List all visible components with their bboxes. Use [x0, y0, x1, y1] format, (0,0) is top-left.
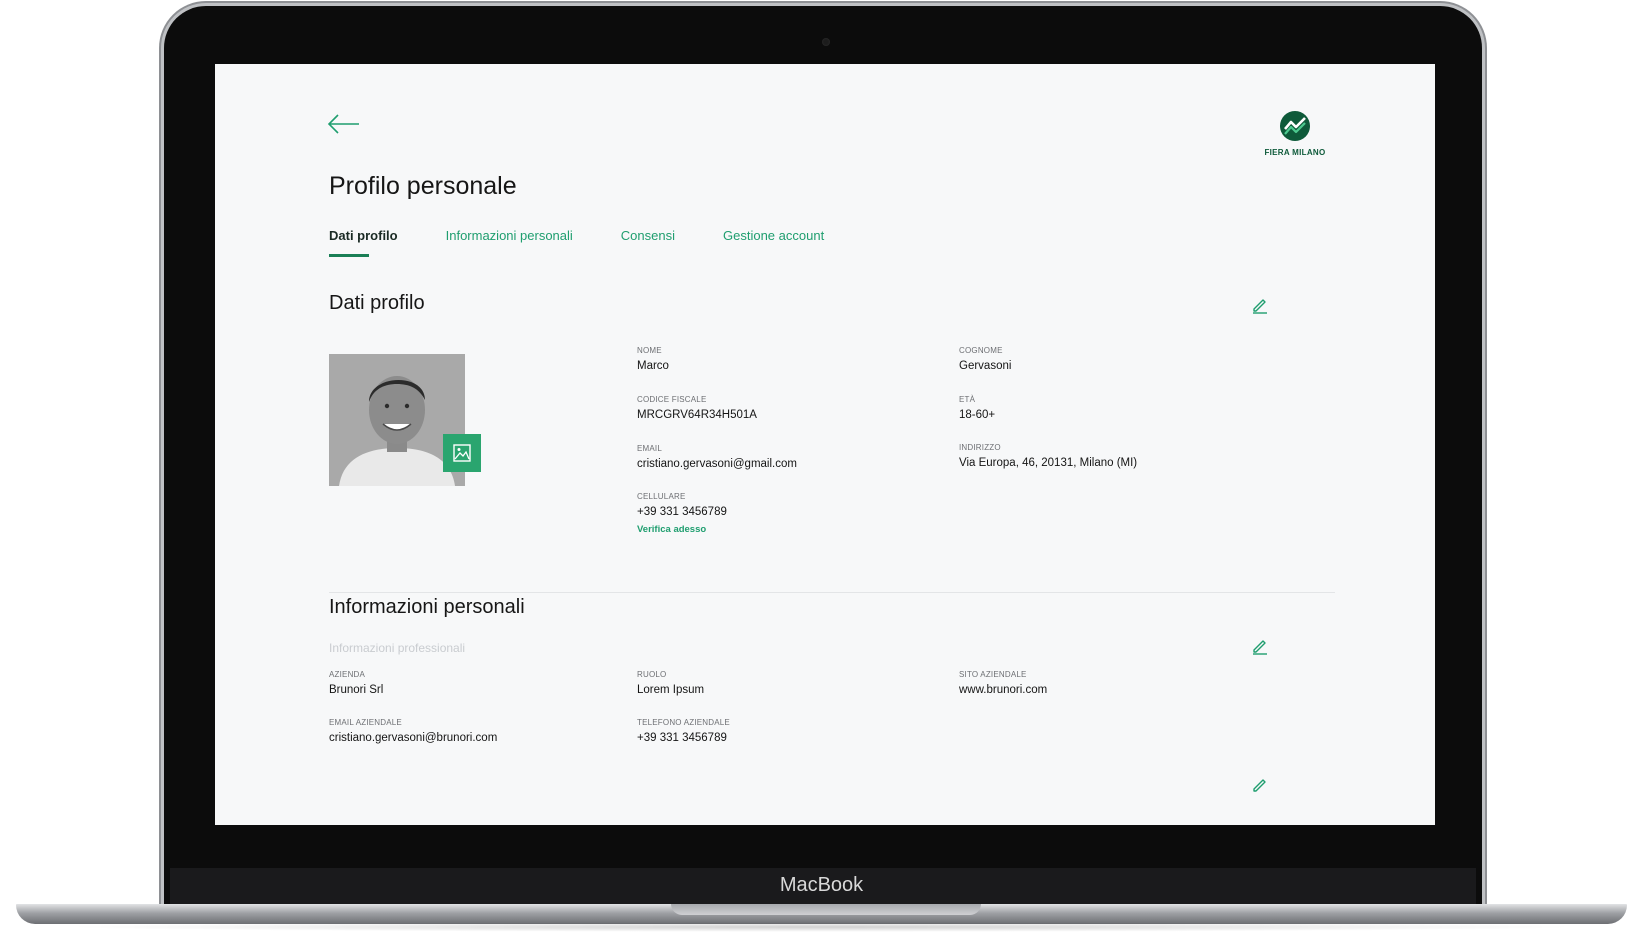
field-email-aziendale: EMAIL AZIENDALE cristiano.gervasoni@brun… [329, 718, 497, 744]
page-title: Profilo personale [329, 172, 517, 200]
field-label: NOME [637, 346, 662, 355]
arrow-left-icon[interactable] [327, 112, 361, 136]
field-value: 18-60+ [959, 409, 996, 421]
laptop-brand: MacBook [779, 874, 864, 896]
field-label: COGNOME [959, 346, 1003, 355]
field-label: RUOLO [637, 670, 667, 679]
field-cellulare: CELLULARE +39 331 3456789 Verifica adess… [637, 492, 727, 535]
camera [822, 38, 830, 46]
field-telefono-aziendale: TELEFONO AZIENDALE +39 331 3456789 [637, 718, 730, 744]
verify-phone-link[interactable]: Verifica adesso [637, 524, 727, 535]
field-label: EMAIL [637, 444, 663, 453]
field-value: Via Europa, 46, 20131, Milano (MI) [959, 457, 1138, 469]
image-icon [453, 444, 471, 462]
field-label: INDIRIZZO [959, 443, 1001, 452]
profile-photo-area [329, 354, 481, 486]
field-value: www.brunori.com [959, 684, 1048, 696]
laptop-notch [671, 904, 981, 915]
field-indirizzo: INDIRIZZO Via Europa, 46, 20131, Milano … [959, 443, 1137, 469]
field-value: cristiano.gervasoni@brunori.com [329, 732, 498, 744]
field-nome: NOME Marco [637, 346, 669, 372]
tab-informazioni-personali[interactable]: Informazioni personali [446, 228, 573, 257]
field-value: Marco [637, 360, 669, 372]
tab-bar: Dati profilo Informazioni personali Cons… [329, 228, 824, 257]
field-label: EMAIL AZIENDALE [329, 718, 402, 727]
logo: FIERA MILANO [1255, 110, 1335, 166]
field-value: Gervasoni [959, 360, 1012, 372]
section-title-informazioni-personali: Informazioni personali [329, 596, 525, 618]
pencil-icon[interactable] [1251, 637, 1269, 655]
section-subtitle: Informazioni professionali [329, 641, 466, 655]
tab-dati-profilo[interactable]: Dati profilo [329, 228, 398, 257]
field-label: TELEFONO AZIENDALE [637, 718, 730, 727]
field-label: ETÀ [959, 395, 976, 404]
field-value: Lorem Ipsum [637, 684, 705, 696]
field-sito-aziendale: SITO AZIENDALE www.brunori.com [959, 670, 1047, 696]
field-azienda: AZIENDA Brunori Srl [329, 670, 383, 696]
tab-consensi[interactable]: Consensi [621, 228, 675, 257]
pencil-icon[interactable] [1251, 776, 1269, 794]
change-photo-button[interactable] [443, 434, 481, 472]
field-ruolo: RUOLO Lorem Ipsum [637, 670, 704, 696]
field-label: CELLULARE [637, 492, 686, 501]
field-value: cristiano.gervasoni@gmail.com [637, 458, 797, 470]
laptop-shadow [60, 922, 1583, 932]
field-value: MRCGRV64R34H501A [637, 409, 757, 421]
field-email: EMAIL cristiano.gervasoni@gmail.com [637, 444, 797, 470]
section-divider [329, 592, 1335, 593]
field-label: AZIENDA [329, 670, 366, 679]
field-value: Brunori Srl [329, 684, 384, 696]
fiera-milano-logo-icon [1280, 111, 1310, 141]
tab-gestione-account[interactable]: Gestione account [723, 228, 824, 257]
section-title-dati-profilo: Dati profilo [329, 292, 425, 314]
screen: FIERA MILANO Profilo personale Dati prof… [215, 64, 1435, 825]
field-value: +39 331 3456789 [637, 732, 727, 744]
field-codice-fiscale: CODICE FISCALE MRCGRV64R34H501A [637, 395, 757, 421]
field-label: CODICE FISCALE [637, 395, 707, 404]
pencil-icon[interactable] [1251, 296, 1269, 314]
logo-text: FIERA MILANO [1264, 148, 1326, 157]
field-label: SITO AZIENDALE [959, 670, 1027, 679]
field-eta: ETÀ 18-60+ [959, 395, 995, 421]
field-cognome: COGNOME Gervasoni [959, 346, 1011, 372]
field-value: +39 331 3456789 [637, 506, 727, 518]
